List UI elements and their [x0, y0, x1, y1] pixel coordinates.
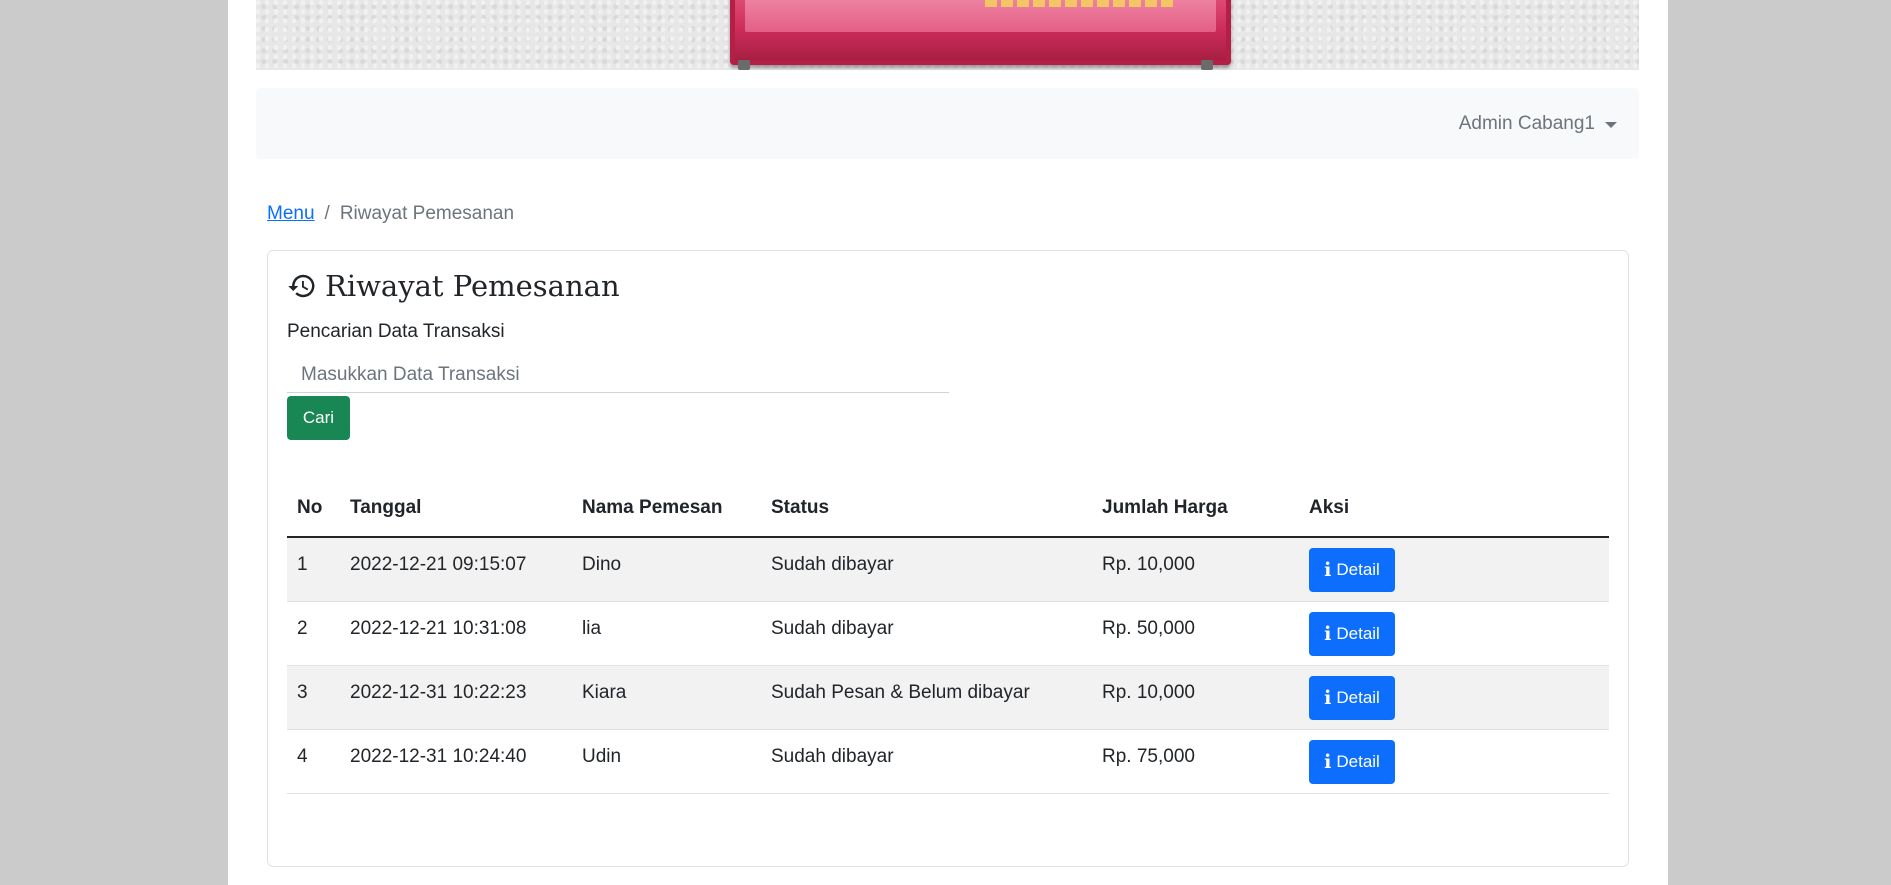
cell-status: Sudah dibayar	[761, 601, 1092, 666]
detail-button[interactable]: i Detail	[1309, 611, 1395, 656]
column-header-no: No	[287, 480, 340, 538]
cell-status: Sudah dibayar	[761, 729, 1092, 794]
search-label: Pencarian Data Transaksi	[287, 321, 505, 342]
cell-aksi: i Detail	[1299, 729, 1609, 794]
header-banner-image	[256, 0, 1639, 70]
banner-wheel	[1201, 60, 1213, 70]
detail-button-label: Detail	[1336, 687, 1380, 707]
cell-nama: Dino	[572, 537, 761, 602]
cell-harga: Rp. 10,000	[1092, 665, 1299, 730]
caret-down-icon	[1605, 121, 1617, 128]
table-header-row: No Tanggal Nama Pemesan Status Jumlah Ha…	[287, 480, 1609, 538]
detail-button[interactable]: i Detail	[1309, 548, 1395, 592]
cell-harga: Rp. 75,000	[1092, 729, 1299, 794]
breadcrumb-current: Riwayat Pemesanan	[339, 203, 515, 224]
banner-wheel	[738, 60, 750, 70]
order-history-table: No Tanggal Nama Pemesan Status Jumlah Ha…	[287, 480, 1609, 794]
info-icon: i	[1324, 686, 1332, 709]
search-button[interactable]: Cari	[287, 396, 350, 440]
page-title: Riwayat Pemesanan	[287, 269, 620, 303]
top-navbar: Admin Cabang1	[256, 88, 1639, 159]
search-input[interactable]	[287, 357, 949, 393]
detail-button-label: Detail	[1336, 751, 1380, 771]
cell-nama: lia	[572, 601, 761, 666]
column-header-tanggal: Tanggal	[340, 480, 572, 538]
cell-no: 4	[287, 729, 340, 794]
history-icon	[288, 274, 315, 298]
cell-nama: Kiara	[572, 665, 761, 730]
table-row: 3 2022-12-31 10:22:23 Kiara Sudah Pesan …	[287, 665, 1609, 730]
info-icon: i	[1324, 559, 1332, 581]
cell-harga: Rp. 10,000	[1092, 537, 1299, 602]
cell-tanggal: 2022-12-31 10:22:23	[340, 665, 572, 730]
column-header-nama: Nama Pemesan	[572, 480, 761, 538]
cell-tanggal: 2022-12-21 09:15:07	[340, 537, 572, 602]
cell-tanggal: 2022-12-31 10:24:40	[340, 729, 572, 794]
detail-button-label: Detail	[1336, 560, 1380, 579]
banner-sign	[730, 0, 1231, 65]
column-header-aksi: Aksi	[1299, 480, 1609, 538]
column-header-harga: Jumlah Harga	[1092, 480, 1299, 538]
detail-button[interactable]: i Detail	[1309, 675, 1395, 720]
cell-harga: Rp. 50,000	[1092, 601, 1299, 666]
breadcrumb-home-link[interactable]: Menu	[267, 203, 315, 225]
order-history-card: Riwayat Pemesanan Pencarian Data Transak…	[267, 250, 1629, 867]
page-title-text: Riwayat Pemesanan	[325, 269, 620, 303]
cell-aksi: i Detail	[1299, 537, 1609, 602]
cell-status: Sudah Pesan & Belum dibayar	[761, 665, 1092, 730]
user-dropdown[interactable]: Admin Cabang1	[1459, 88, 1617, 159]
table-row: 4 2022-12-31 10:24:40 Udin Sudah dibayar…	[287, 729, 1609, 794]
info-icon: i	[1324, 750, 1332, 773]
breadcrumb-separator: /	[324, 203, 330, 224]
table-row: 1 2022-12-21 09:15:07 Dino Sudah dibayar…	[287, 537, 1609, 602]
cell-no: 1	[287, 537, 340, 602]
cell-tanggal: 2022-12-21 10:31:08	[340, 601, 572, 666]
page-container: Admin Cabang1 Menu / Riwayat Pemesanan R…	[228, 0, 1668, 885]
cell-aksi: i Detail	[1299, 665, 1609, 730]
column-header-status: Status	[761, 480, 1092, 538]
cell-aksi: i Detail	[1299, 601, 1609, 666]
cell-status: Sudah dibayar	[761, 537, 1092, 602]
detail-button-label: Detail	[1336, 623, 1380, 643]
cell-no: 2	[287, 601, 340, 666]
table-row: 2 2022-12-21 10:31:08 lia Sudah dibayar …	[287, 601, 1609, 666]
info-icon: i	[1324, 622, 1332, 645]
user-name: Admin Cabang1	[1458, 112, 1595, 134]
detail-button[interactable]: i Detail	[1309, 739, 1395, 784]
cell-nama: Udin	[572, 729, 761, 794]
breadcrumb: Menu / Riwayat Pemesanan	[267, 203, 514, 225]
cell-no: 3	[287, 665, 340, 730]
